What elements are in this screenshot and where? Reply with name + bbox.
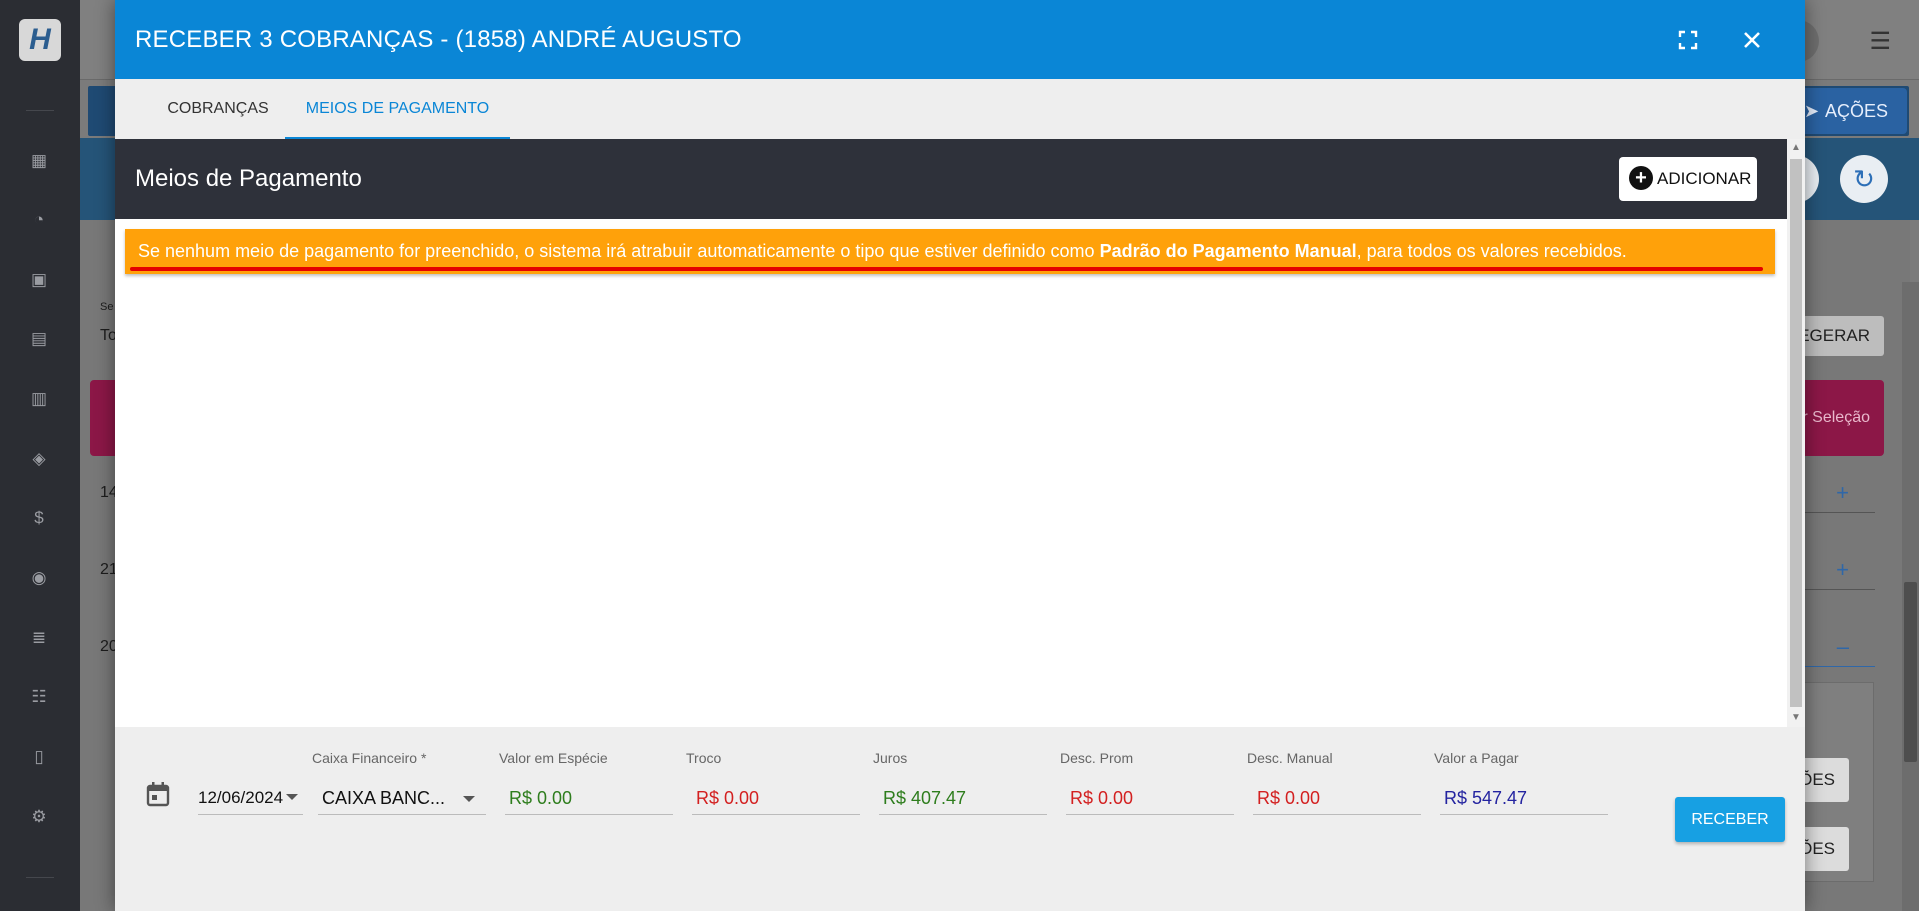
field-underline — [318, 814, 486, 815]
tab-meios-de-pagamento[interactable]: MEIOS DE PAGAMENTO — [285, 79, 510, 139]
list-menu-icon[interactable]: ☰ — [1869, 27, 1891, 56]
receive-modal: RECEBER 3 COBRANÇAS - (1858) ANDRÉ AUGUS… — [115, 0, 1805, 911]
valor-pagar-label: Valor a Pagar — [1434, 750, 1519, 766]
scrollbar-thumb[interactable] — [1790, 159, 1802, 707]
desc-prom-value: R$ 0.00 — [1070, 788, 1134, 808]
scrollbar-thumb[interactable] — [1904, 582, 1917, 762]
caixa-select[interactable]: CAIXA BANC... — [322, 788, 445, 809]
modal-title: RECEBER 3 COBRANÇAS - (1858) ANDRÉ AUGUS… — [135, 26, 742, 53]
field-underline — [1253, 814, 1421, 815]
desc-prom-label: Desc. Prom — [1060, 750, 1134, 766]
especie-label: Valor em Espécie — [499, 750, 608, 766]
section-title: Meios de Pagamento — [135, 165, 362, 192]
modal-header: RECEBER 3 COBRANÇAS - (1858) ANDRÉ AUGUS… — [115, 0, 1805, 79]
dashboard-icon[interactable]: ▦ — [28, 150, 50, 172]
settings-gear-icon[interactable]: ⚙ — [28, 806, 50, 828]
calendar-clock-icon[interactable]: ▥ — [28, 388, 50, 410]
payment-footer: 12/06/2024 Caixa Financeiro * CAIXA BANC… — [115, 727, 1805, 911]
modal-scrollbar[interactable]: ▲ ▼ — [1787, 139, 1805, 727]
field-underline — [692, 814, 860, 815]
package-icon[interactable]: ◈ — [28, 448, 50, 470]
juros-label: Juros — [873, 750, 908, 766]
desc-manual-input[interactable]: R$ 0.00 — [1257, 788, 1320, 809]
minus-icon[interactable]: – — [1837, 634, 1849, 660]
payment-methods-panel: Meios de Pagamento + ADICIONAR Se nenhum … — [115, 139, 1787, 727]
receber-button[interactable]: RECEBER — [1675, 797, 1785, 842]
warning-text-end: , para todos os valores recebidos. — [1356, 241, 1627, 261]
page-scrollbar[interactable] — [1902, 282, 1919, 911]
sidebar: H ▦ ◔ ▣ ▤ ▥ ◈ $ ◉ ≣ ☷ ▯ ⚙ — [0, 0, 80, 911]
plus-icon[interactable]: + — [1836, 480, 1849, 506]
juros-input[interactable]: R$ 407.47 — [883, 788, 966, 809]
sidebar-divider — [26, 110, 54, 111]
scroll-down-icon[interactable]: ▼ — [1787, 709, 1805, 727]
plus-circle-icon: + — [1629, 166, 1653, 191]
add-label: ADICIONAR — [1657, 169, 1752, 188]
valor-pagar-value: R$ 547.47 — [1444, 788, 1528, 808]
tab-cobrancas[interactable]: COBRANÇAS — [130, 79, 306, 139]
board-icon[interactable]: ▤ — [28, 328, 50, 350]
file-icon[interactable]: ▯ — [28, 746, 50, 768]
field-underline — [1066, 814, 1234, 815]
troco-value: R$ 0.00 — [696, 788, 760, 808]
date-input[interactable]: 12/06/2024 — [198, 788, 283, 808]
partial-label: Se — [100, 301, 114, 313]
calendar-icon[interactable] — [146, 781, 170, 807]
warning-text: Se nenhum meio de pagamento for preenchi… — [138, 241, 1100, 261]
field-underline — [879, 814, 1047, 815]
warning-bold-text: Padrão do Pagamento Manual — [1099, 241, 1357, 261]
chevron-down-icon[interactable] — [463, 796, 475, 802]
troco-label: Troco — [686, 750, 722, 766]
plus-icon[interactable]: + — [1836, 557, 1849, 583]
especie-input[interactable]: R$ 0.00 — [509, 788, 572, 809]
contact-card-icon[interactable]: ▣ — [28, 269, 50, 291]
desc-manual-label: Desc. Manual — [1247, 750, 1333, 766]
location-icon[interactable]: ◉ — [28, 567, 50, 589]
field-underline — [1440, 814, 1608, 815]
field-underline — [505, 814, 673, 815]
sidebar-divider — [26, 877, 54, 878]
server-icon[interactable]: ☷ — [28, 686, 50, 708]
chevron-down-icon[interactable] — [286, 794, 298, 800]
document-list-icon[interactable]: ≣ — [28, 627, 50, 649]
section-header: Meios de Pagamento + ADICIONAR — [115, 139, 1787, 219]
caixa-label: Caixa Financeiro * — [312, 750, 427, 766]
red-underline-annotation — [130, 267, 1763, 271]
tab-bar: COBRANÇAS MEIOS DE PAGAMENTO — [115, 79, 1805, 139]
app-logo[interactable]: H — [19, 19, 61, 61]
add-button[interactable]: + ADICIONAR — [1619, 157, 1757, 201]
close-icon[interactable] — [1732, 20, 1772, 60]
money-icon[interactable]: $ — [28, 507, 50, 529]
pie-chart-icon[interactable]: ◔ — [28, 209, 50, 231]
send-icon: ➤ — [1803, 101, 1820, 121]
fullscreen-icon[interactable] — [1668, 20, 1708, 60]
field-underline — [198, 814, 303, 815]
refresh-icon[interactable]: ↻ — [1840, 155, 1888, 203]
scroll-up-icon[interactable]: ▲ — [1787, 139, 1805, 157]
